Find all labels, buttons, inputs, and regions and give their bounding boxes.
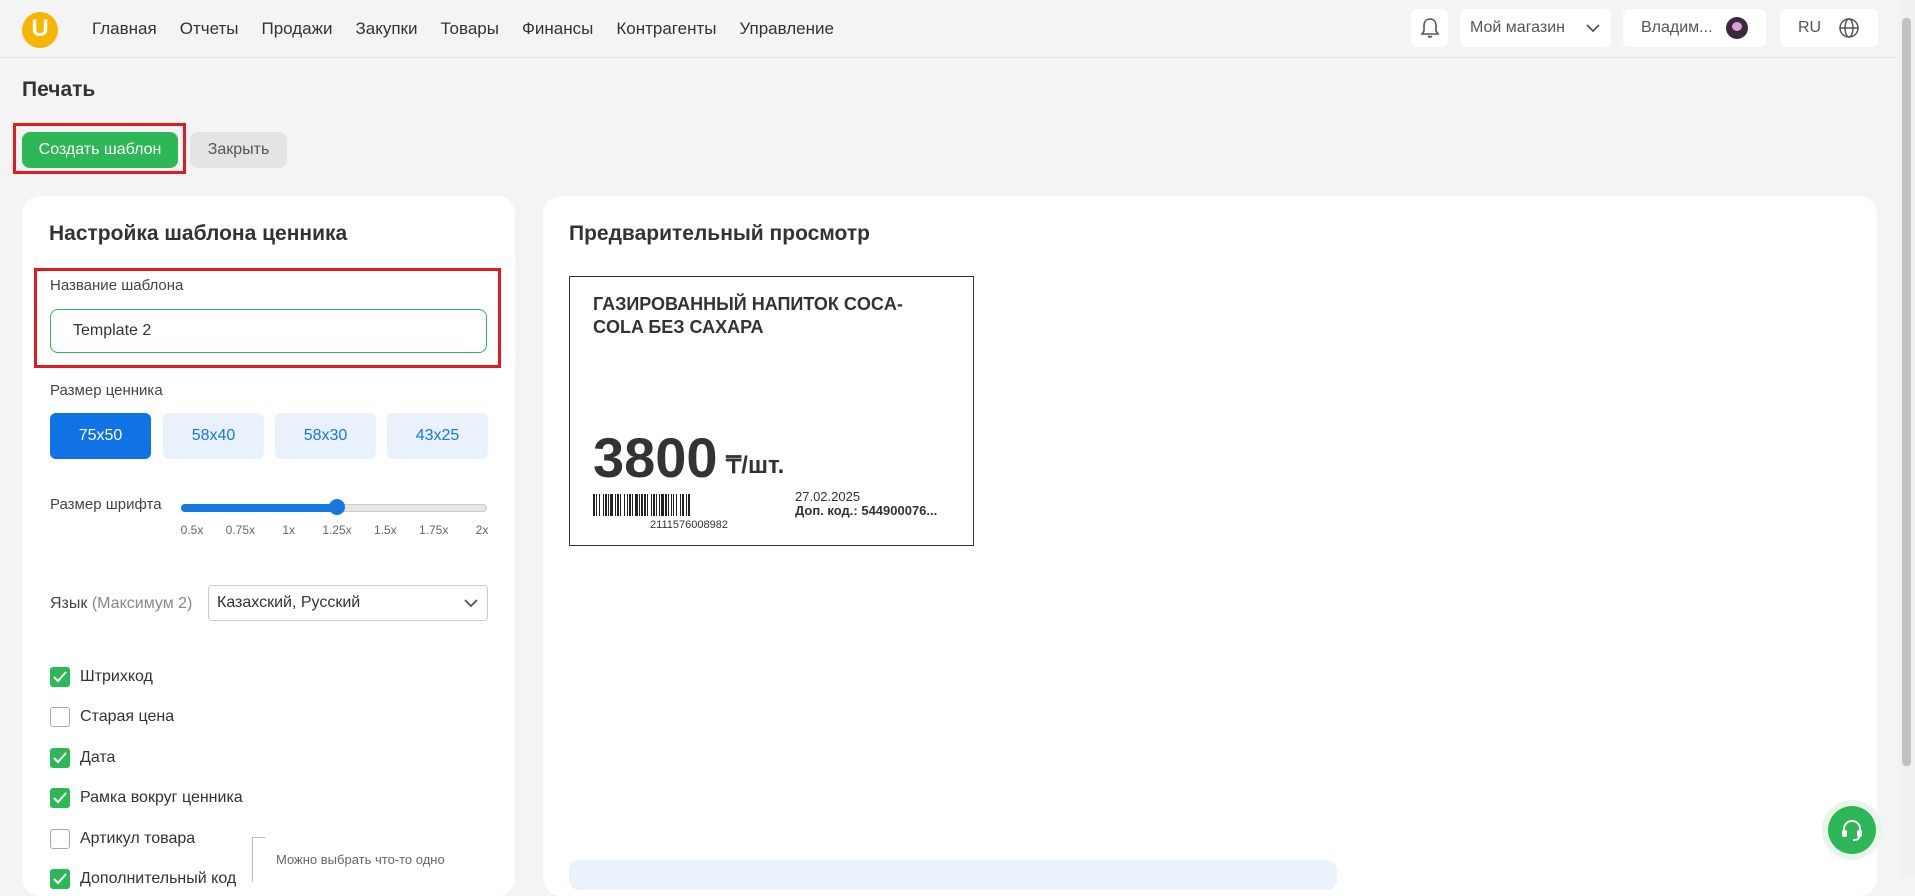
check-icon <box>53 752 67 764</box>
logo[interactable]: U <box>22 12 58 48</box>
option-checkbox[interactable] <box>50 788 70 808</box>
nav-item-reports[interactable]: Отчеты <box>180 19 239 39</box>
template-name-input[interactable] <box>50 309 487 353</box>
option-checkbox-label: Рамка вокруг ценника <box>80 789 243 806</box>
price-unit: ₸/шт. <box>726 452 785 479</box>
info-banner <box>569 860 1337 890</box>
nav-item-management[interactable]: Управление <box>739 19 834 39</box>
price-tag-extra-code: Доп. код.: 544900076... <box>795 503 938 518</box>
option-checkbox-row[interactable]: Дополнительный код <box>50 868 236 890</box>
scrollbar[interactable] <box>1898 0 1915 878</box>
nav-item-purchases[interactable]: Закупки <box>355 19 417 39</box>
top-navigation: U Главная Отчеты Продажи Закупки Товары … <box>0 0 1896 58</box>
user-menu[interactable]: Владим... <box>1623 9 1766 47</box>
barcode-bar <box>690 494 691 516</box>
store-name: Мой магазин <box>1470 19 1565 36</box>
settings-title: Настройка шаблона ценника <box>49 222 348 245</box>
language-select[interactable]: Казахский, Русский <box>208 585 488 621</box>
font-size-tick: 2x <box>475 523 489 537</box>
check-icon <box>53 873 67 885</box>
font-size-tick: 1.25x <box>322 523 352 537</box>
chevron-down-icon <box>1586 24 1600 33</box>
size-option-58x30[interactable]: 58x30 <box>275 413 376 459</box>
price-tag-meta: 27.02.2025 Доп. код.: 544900076... <box>795 490 937 518</box>
option-checkbox-label: Штрихкод <box>80 668 153 685</box>
nav-item-finance[interactable]: Финансы <box>522 19 593 39</box>
nav-item-products[interactable]: Товары <box>440 19 498 39</box>
option-checkbox-label: Артикул товара <box>80 830 196 847</box>
nav-item-sales[interactable]: Продажи <box>261 19 332 39</box>
user-name: Владим... <box>1641 19 1713 36</box>
price-tag-preview: ГАЗИРОВАННЫЙ НАПИТОК COCA-COLA БЕЗ САХАР… <box>569 276 974 546</box>
notifications-button[interactable] <box>1411 9 1448 47</box>
language-select-value: Казахский, Русский <box>217 594 361 611</box>
font-size-label: Размер шрифта <box>50 496 162 513</box>
option-checkbox-row[interactable]: Штрихкод <box>50 666 153 688</box>
chevron-down-icon <box>464 599 478 608</box>
option-checkbox[interactable] <box>50 829 70 849</box>
preview-title: Предварительный просмотр <box>569 222 870 245</box>
barcode-number: 2111576008982 <box>650 519 728 531</box>
font-size-tick: 1.75x <box>418 523 449 537</box>
main-menu: Главная Отчеты Продажи Закупки Товары Фи… <box>92 0 857 57</box>
option-checkbox-label: Дата <box>80 749 116 766</box>
language-label-text: Язык <box>50 595 88 612</box>
store-selector[interactable]: Мой магазин <box>1460 9 1611 47</box>
avatar <box>1726 17 1748 39</box>
option-checkbox[interactable] <box>50 869 70 889</box>
font-size-tick: 1x <box>282 523 295 537</box>
nav-item-home[interactable]: Главная <box>92 19 157 39</box>
template-name-label: Название шаблона <box>50 277 184 294</box>
option-checkbox[interactable] <box>50 667 70 687</box>
scrollbar-thumb[interactable] <box>1902 18 1911 766</box>
option-checkbox-label: Дополнительный код <box>80 870 237 887</box>
option-checkbox-row[interactable]: Старая цена <box>50 706 174 728</box>
option-checkbox-row[interactable]: Артикул товара <box>50 828 195 850</box>
language-code: RU <box>1798 19 1822 36</box>
size-option-75x50[interactable]: 75x50 <box>50 413 151 459</box>
check-icon <box>53 792 67 804</box>
option-checkbox[interactable] <box>50 707 70 727</box>
option-checkbox-row[interactable]: Дата <box>50 747 115 769</box>
font-size-tick: 0.75x <box>225 523 256 537</box>
support-button-inner <box>1828 806 1876 854</box>
language-label: Язык (Максимум 2) <box>50 595 192 613</box>
price-tag-size-label: Размер ценника <box>50 382 163 399</box>
font-size-slider-thumb[interactable] <box>329 499 345 515</box>
globe-icon <box>1839 18 1859 38</box>
product-name: ГАЗИРОВАННЫЙ НАПИТОК COCA-COLA БЕЗ САХАР… <box>593 294 903 337</box>
check-icon <box>53 671 67 683</box>
option-checkbox-label: Старая цена <box>80 708 175 725</box>
font-size-tick: 0.5x <box>180 523 204 537</box>
price-value: 3800 <box>593 426 718 489</box>
headset-icon <box>1842 820 1862 841</box>
size-option-43x25[interactable]: 43x25 <box>387 413 488 459</box>
option-checkbox[interactable] <box>50 748 70 768</box>
nav-item-contractors[interactable]: Контрагенты <box>616 19 716 39</box>
font-size-tick: 1.5x <box>373 523 397 537</box>
choose-one-hint: Можно выбрать что-то одно <box>276 852 445 867</box>
language-max-hint: (Максимум 2) <box>91 595 193 612</box>
price-tag-date: 27.02.2025 <box>795 489 861 504</box>
support-button[interactable] <box>1822 800 1882 860</box>
create-template-button[interactable]: Создать шаблон <box>22 132 178 168</box>
page-title: Печать <box>22 78 96 101</box>
barcode <box>593 494 785 516</box>
option-checkbox-row[interactable]: Рамка вокруг ценника <box>50 787 243 809</box>
choose-one-bracket <box>252 837 265 882</box>
font-size-slider-fill <box>181 504 337 512</box>
size-option-58x40[interactable]: 58x40 <box>163 413 264 459</box>
close-button[interactable]: Закрыть <box>190 132 287 168</box>
bell-icon <box>1420 18 1439 38</box>
language-selector[interactable]: RU <box>1780 9 1878 47</box>
